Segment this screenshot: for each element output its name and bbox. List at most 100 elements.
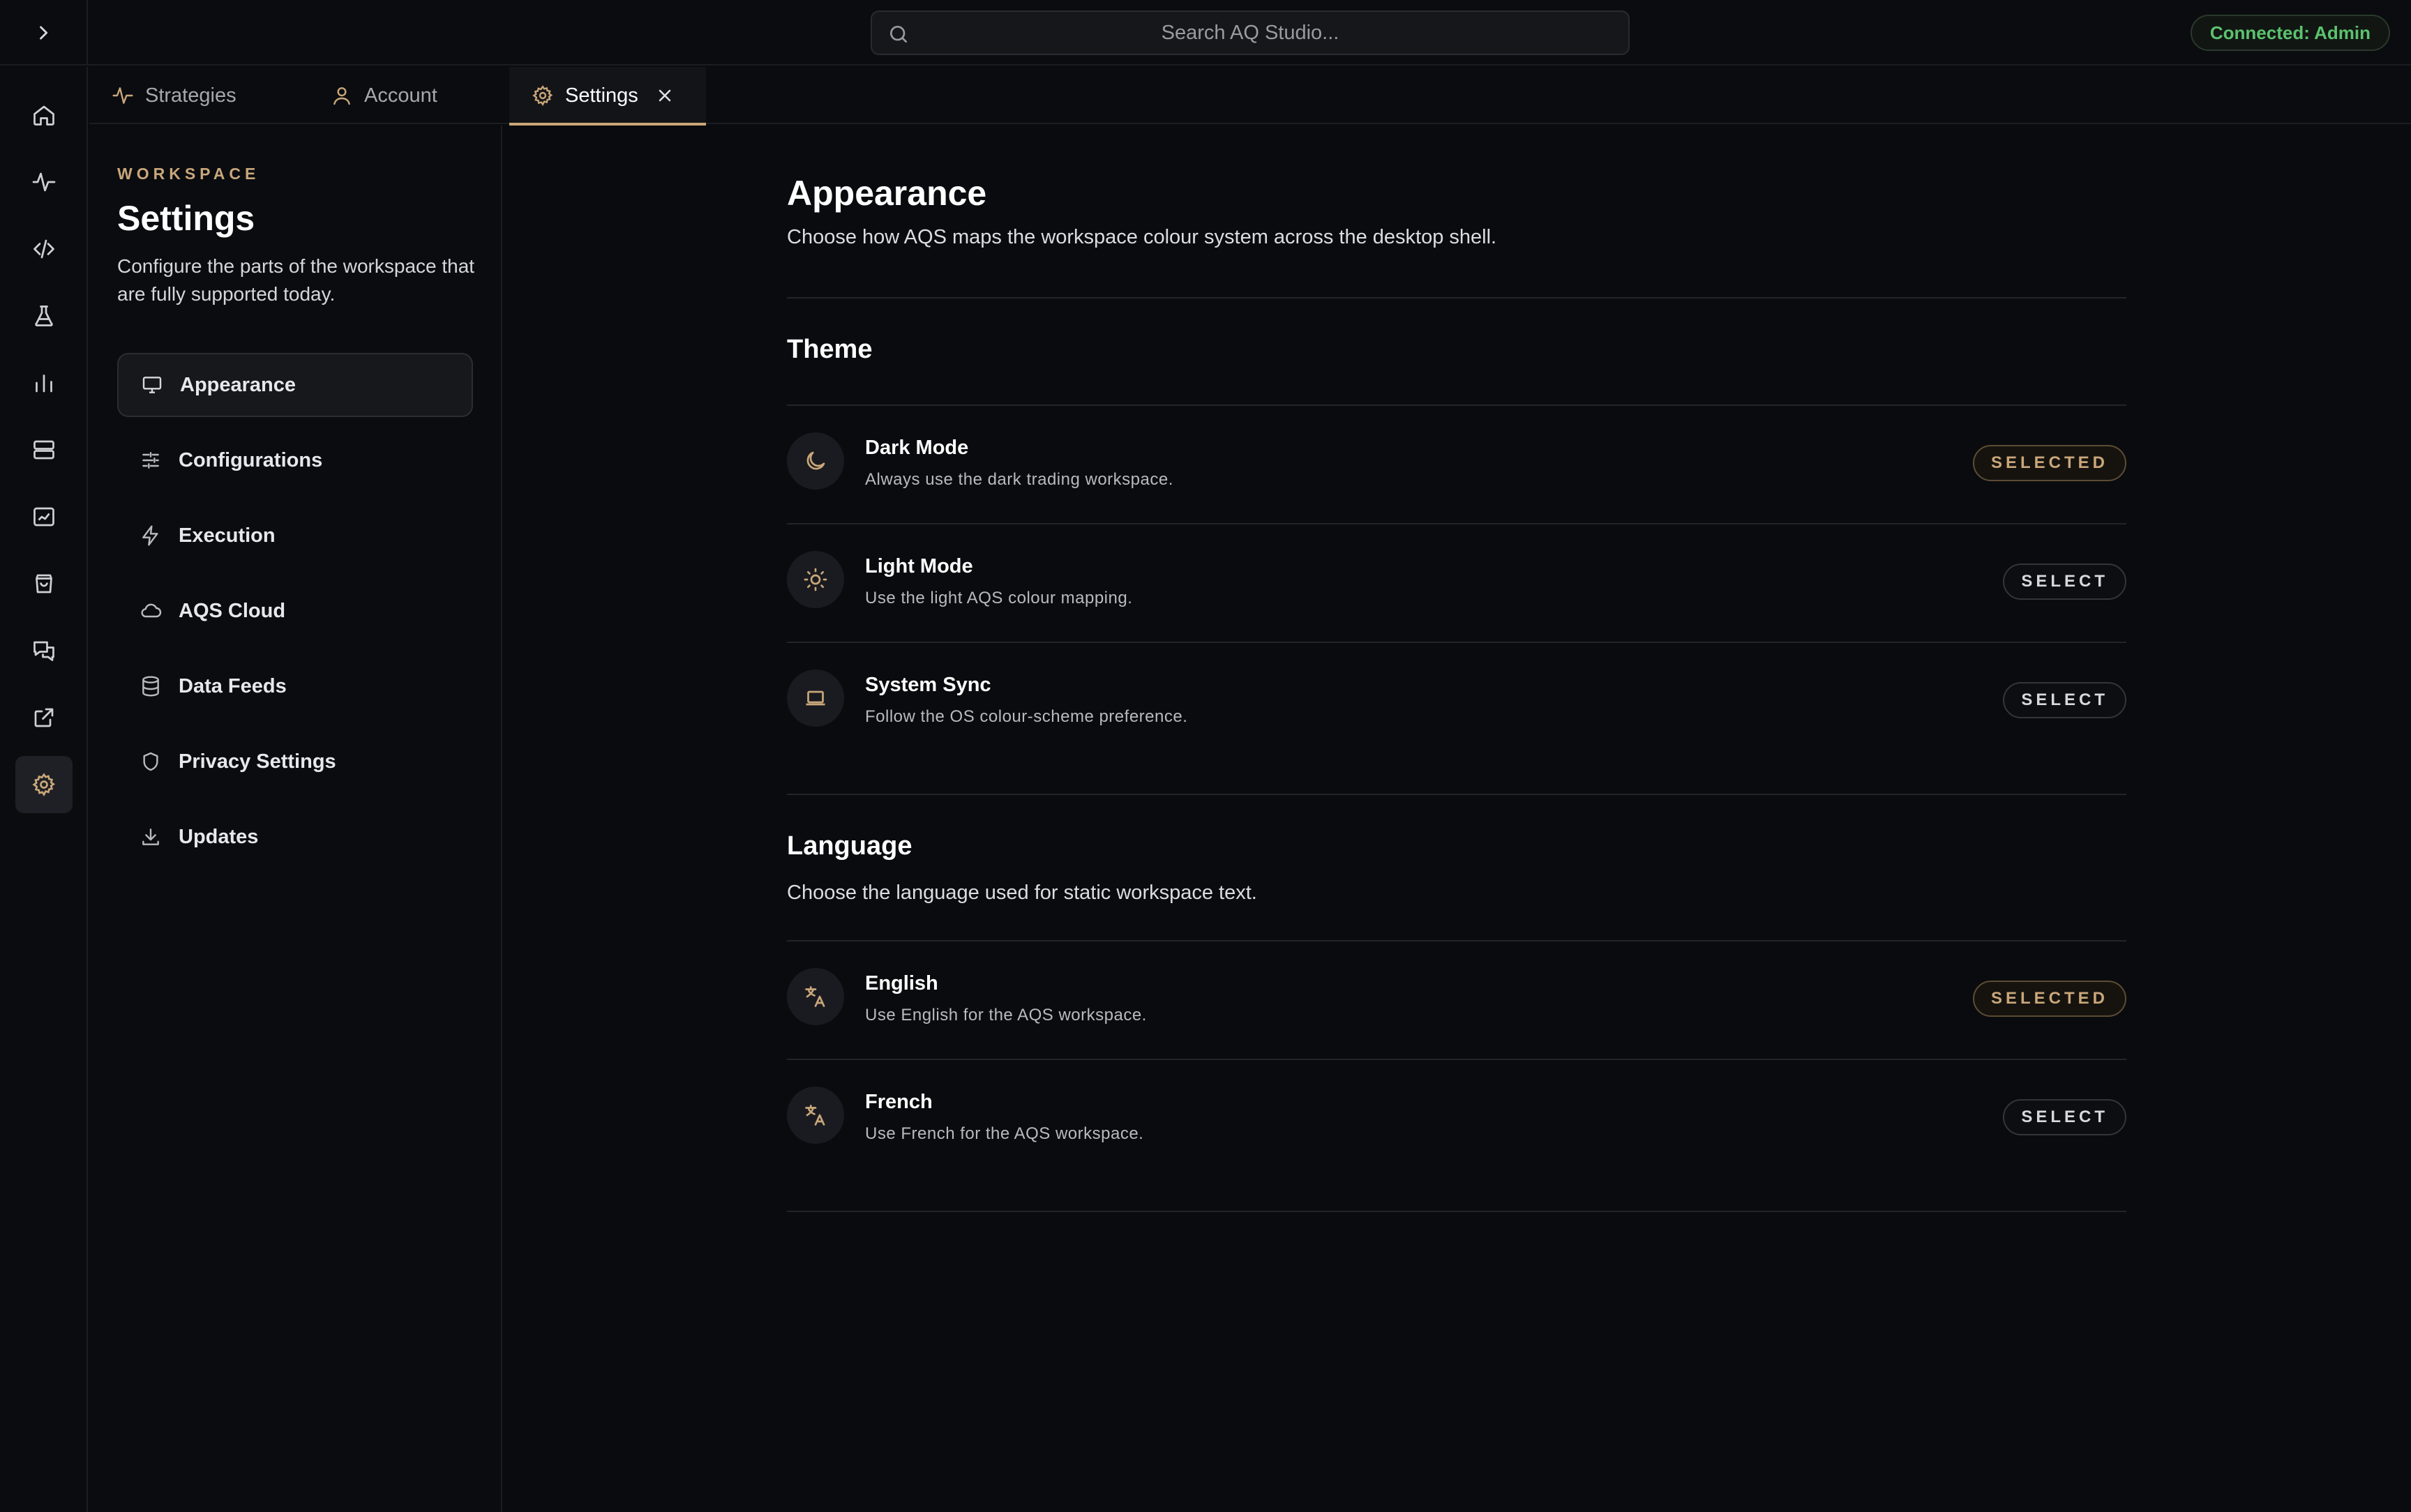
option-description: Always use the dark trading workspace. (865, 470, 1173, 489)
rail-external[interactable] (15, 689, 73, 746)
sidebar-item-label: Configurations (179, 448, 323, 471)
sidebar-item-label: AQS Cloud (179, 599, 286, 622)
rail-servers[interactable] (15, 421, 73, 478)
external-link-icon (34, 708, 54, 727)
select-button[interactable]: SELECT (2003, 682, 2126, 718)
connection-status-badge: Connected: Admin (2190, 15, 2390, 51)
shopping-bag-icon (36, 574, 52, 594)
sidebar-item-configurations[interactable]: Configurations (117, 428, 473, 492)
appearance-panel: Appearance Choose how AQS maps the works… (504, 126, 2411, 1512)
messages-icon (33, 641, 54, 661)
tab-account[interactable]: Account (331, 67, 454, 124)
select-button[interactable]: SELECT (2003, 1099, 2126, 1135)
select-button[interactable]: SELECT (2003, 564, 2126, 600)
tab-label: Strategies (145, 84, 236, 107)
sidebar-item-aqs-cloud[interactable]: AQS Cloud (117, 579, 473, 643)
left-rail (0, 67, 88, 1512)
rail-lab[interactable] (15, 287, 73, 345)
tab-label: Settings (565, 84, 638, 107)
sidebar-item-label: Updates (179, 825, 259, 848)
rail-analytics[interactable] (15, 354, 73, 411)
cloud-icon (141, 603, 162, 618)
page-title: Appearance (787, 174, 987, 213)
sidebar-item-privacy-settings[interactable]: Privacy Settings (117, 729, 473, 794)
rail-performance[interactable] (15, 488, 73, 545)
sliders-icon (142, 452, 159, 469)
option-title: Light Mode (865, 555, 973, 577)
gear-icon (532, 85, 553, 106)
user-icon (333, 87, 350, 105)
laptop-icon (787, 670, 844, 727)
rail-messages[interactable] (15, 622, 73, 679)
tab-bar: Strategies Account Settings (89, 67, 2411, 126)
line-chart-icon (33, 507, 54, 527)
sidebar-item-label: Privacy Settings (179, 750, 336, 773)
option-description: Use English for the AQS workspace. (865, 1006, 1147, 1025)
tab-label: Account (364, 84, 437, 107)
sidebar-item-appearance[interactable]: Appearance (117, 353, 473, 417)
tab-settings[interactable]: Settings (509, 67, 706, 126)
option-description: Use the light AQS colour mapping. (865, 589, 1133, 607)
tab-strategies[interactable]: Strategies (112, 67, 253, 124)
bolt-icon (142, 525, 158, 546)
chevron-right-icon (40, 26, 48, 40)
option-description: Follow the OS colour-scheme preference. (865, 707, 1188, 726)
sidebar-item-label: Appearance (180, 373, 296, 396)
rail-home[interactable] (15, 86, 73, 144)
home-icon (33, 105, 54, 126)
divider (787, 297, 2126, 298)
theme-option-light-mode: Light Mode Use the light AQS colour mapp… (787, 524, 2126, 643)
rail-marketplace[interactable] (15, 555, 73, 612)
search-icon (887, 23, 910, 49)
theme-option-dark-mode: Dark Mode Always use the dark trading wo… (787, 406, 2126, 524)
shield-icon (143, 752, 158, 771)
settings-sidebar: WORKSPACE Settings Configure the parts o… (89, 126, 502, 1512)
sidebar-description: Configure the parts of the workspace tha… (117, 255, 475, 305)
monitor-icon (142, 377, 162, 393)
option-title: System Sync (865, 674, 991, 696)
sidebar-item-label: Execution (179, 524, 276, 547)
sidebar-item-execution[interactable]: Execution (117, 504, 473, 568)
code-icon (33, 239, 54, 259)
rail-code[interactable] (15, 220, 73, 278)
close-icon (659, 89, 671, 102)
download-icon (142, 829, 159, 845)
select-button[interactable]: SELECTED (1972, 981, 2126, 1017)
sidebar-item-label: Data Feeds (179, 674, 287, 697)
sidebar-eyebrow: WORKSPACE (117, 165, 260, 183)
option-description: Use French for the AQS workspace. (865, 1124, 1144, 1143)
sidebar-title: Settings (117, 199, 255, 238)
divider (787, 794, 2126, 795)
language-option-english: English Use English for the AQS workspac… (787, 942, 2126, 1060)
expand-sidebar-button[interactable] (0, 0, 88, 66)
sidebar-item-data-feeds[interactable]: Data Feeds (117, 654, 473, 718)
select-button[interactable]: SELECTED (1972, 445, 2126, 481)
activity-icon (112, 87, 133, 104)
app-window: Search AQ Studio... Connected: Admin Str… (0, 0, 2411, 1512)
rail-settings[interactable] (15, 756, 73, 813)
close-tab-button[interactable] (655, 86, 686, 105)
flask-icon (35, 305, 53, 326)
language-option-french: French Use French for the AQS workspace.… (787, 1060, 2126, 1179)
language-heading: Language (787, 831, 912, 861)
database-icon (142, 676, 159, 697)
search-input[interactable]: Search AQ Studio... (871, 10, 1630, 55)
language-description: Choose the language used for static work… (787, 882, 1257, 904)
page-description: Choose how AQS maps the workspace colour… (787, 226, 1497, 248)
theme-heading: Theme (787, 335, 873, 364)
theme-option-system-sync: System Sync Follow the OS colour-scheme … (787, 643, 2126, 762)
activity-icon (32, 172, 56, 192)
bar-chart-icon (36, 375, 52, 393)
divider (787, 1211, 2126, 1212)
translate-icon (787, 968, 844, 1025)
gear-icon (32, 773, 56, 796)
sidebar-item-updates[interactable]: Updates (117, 805, 473, 869)
option-title: English (865, 972, 938, 995)
option-title: Dark Mode (865, 437, 969, 459)
top-bar: Search AQ Studio... Connected: Admin (0, 0, 2411, 66)
search-placeholder: Search AQ Studio... (1161, 21, 1339, 44)
option-title: French (865, 1091, 933, 1113)
server-icon (33, 440, 54, 460)
sun-icon (787, 551, 844, 608)
rail-strategies[interactable] (15, 153, 73, 211)
